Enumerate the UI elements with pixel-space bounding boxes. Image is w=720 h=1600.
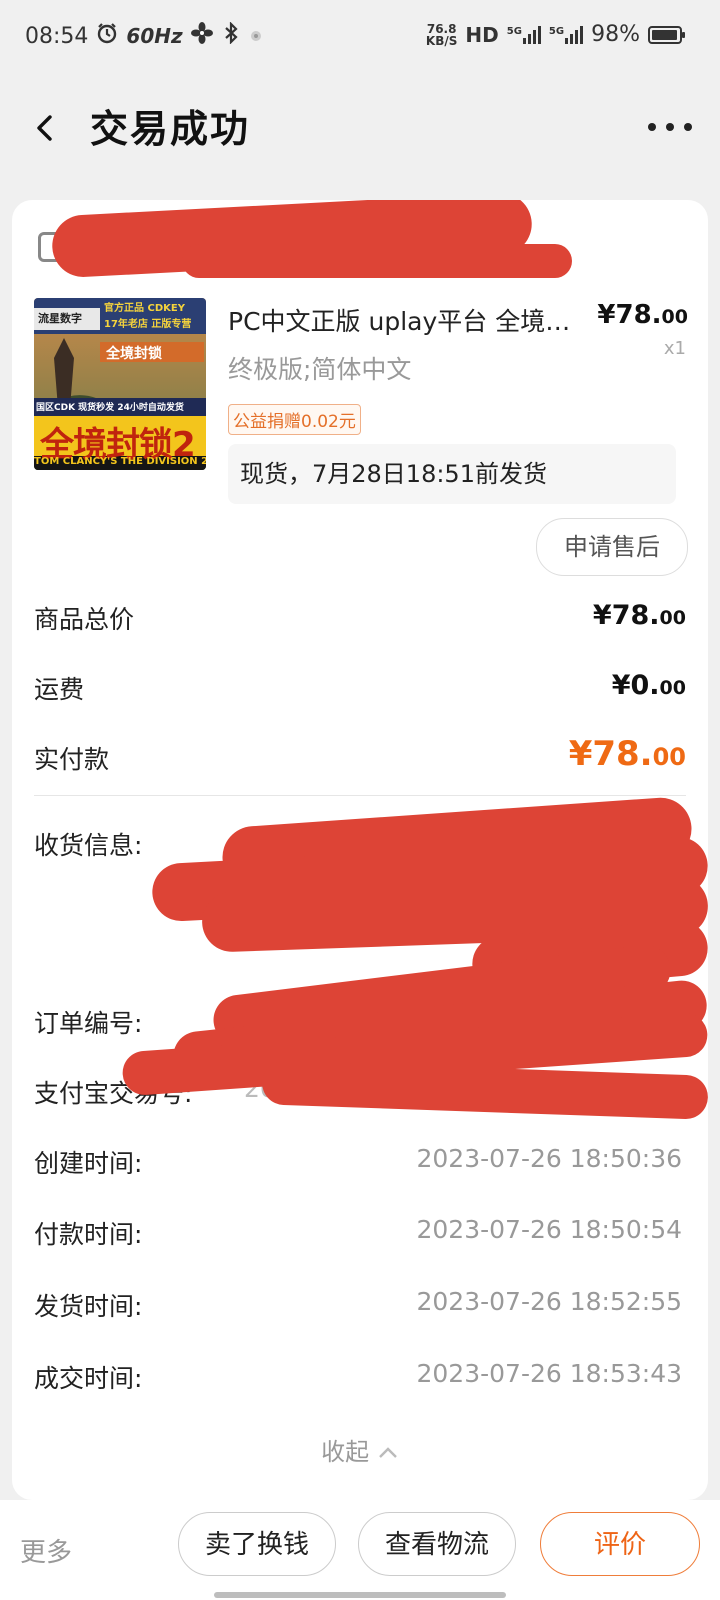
dot-icon [648, 123, 656, 131]
product-sku: 终极版;简体中文 [228, 355, 412, 384]
paid-amount-label: 实付款 [34, 745, 110, 774]
total-price-value: ¥78.00 [593, 600, 686, 631]
shipping-fee-cents: 00 [659, 677, 686, 699]
signal-bars-icon [565, 25, 584, 44]
address-label: 收货信息: [34, 831, 143, 860]
bluetooth-icon [221, 21, 241, 50]
battery-percent: 98% [591, 22, 640, 47]
network-speed: 76.8 KB/S [426, 23, 457, 47]
paid-time-value: 2023-07-26 18:50:54 [416, 1215, 682, 1244]
alarm-icon [96, 22, 118, 50]
shipping-note: 现货，7月28日18:51前发货 [228, 444, 676, 504]
total-price-label: 商品总价 [34, 605, 135, 634]
image-badge-line2: 17年老店 正版专营 [104, 319, 192, 330]
network-speed-unit: KB/S [425, 33, 458, 48]
shipped-time-row: 发货时间: 2023-07-26 18:52:55 [34, 1287, 682, 1327]
chevron-left-icon [37, 115, 52, 141]
review-button[interactable]: 评价 [540, 1512, 700, 1576]
charity-tag: 公益捐赠0.02元 [228, 404, 361, 435]
completed-time-label: 成交时间: [34, 1364, 143, 1393]
product-price: ¥78.00 [597, 300, 688, 330]
paid-amount-cents: 00 [652, 743, 686, 771]
signal-2: 5G [548, 25, 584, 44]
redaction-mark [182, 244, 572, 278]
page-header: 交易成功 [0, 90, 720, 164]
product-price-cents: 00 [661, 306, 688, 328]
created-time-label: 创建时间: [34, 1149, 143, 1178]
product-image[interactable]: 流星数字 官方正品 CDKEY 17年老店 正版专营 全境封锁 国区CDK 现货… [34, 298, 206, 470]
shipping-fee-row: 运费 ¥0.00 [34, 670, 686, 710]
total-price-row: 商品总价 ¥78.00 [34, 600, 686, 640]
total-price-main: ¥78. [592, 600, 660, 631]
signal-bars-icon [522, 25, 541, 44]
paid-amount-row: 实付款 ¥78.00 [34, 734, 686, 780]
paid-time-row: 付款时间: 2023-07-26 18:50:54 [34, 1215, 682, 1255]
collapse-button[interactable]: 收起 [12, 1432, 708, 1467]
sell-button[interactable]: 卖了换钱 [178, 1512, 336, 1576]
created-time-row: 创建时间: 2023-07-26 18:50:36 [34, 1144, 682, 1184]
shipping-fee-value: ¥0.00 [612, 670, 686, 701]
notification-dot-icon [249, 24, 263, 49]
product-quantity: x1 [663, 338, 686, 359]
product-title[interactable]: PC中文正版 uplay平台 全境封锁2 [228, 302, 588, 338]
home-indicator[interactable] [214, 1592, 506, 1598]
back-button[interactable] [28, 108, 68, 148]
after-sale-button[interactable]: 申请售后 [536, 518, 688, 576]
status-bar: 08:54 60Hz 76.8 KB/S HD 5G 5G 98% [0, 0, 720, 72]
paid-amount-main: ¥78. [568, 734, 653, 774]
image-english-title: TOM CLANCY'S THE DIVISION 2 [34, 456, 206, 467]
divider [34, 795, 686, 796]
shipped-time-label: 发货时间: [34, 1292, 143, 1321]
shipped-time-value: 2023-07-26 18:52:55 [416, 1287, 682, 1316]
signal-1-label: 5G [506, 25, 522, 37]
total-price-cents: 00 [659, 607, 686, 629]
dot-icon [684, 123, 692, 131]
battery-icon [648, 25, 685, 44]
image-badge-line1: 官方正品 CDKEY [104, 303, 185, 314]
fan-icon [190, 22, 213, 50]
bottom-action-bar: 更多 卖了换钱 查看物流 评价 [0, 1500, 720, 1600]
hd-label: HD [465, 22, 499, 47]
more-options-button[interactable] [648, 112, 692, 142]
signal-1: 5G [506, 25, 541, 44]
refresh-rate: 60Hz [126, 24, 183, 48]
shipping-fee-main: ¥0. [611, 670, 660, 701]
shipping-fee-label: 运费 [34, 675, 85, 704]
battery-fill [652, 29, 677, 40]
image-brand-tag: 流星数字 [38, 312, 82, 325]
completed-time-value: 2023-07-26 18:53:43 [416, 1359, 682, 1388]
page-title: 交易成功 [90, 107, 251, 151]
completed-time-row: 成交时间: 2023-07-26 18:53:43 [34, 1359, 682, 1399]
more-actions-button[interactable]: 更多 [20, 1532, 72, 1569]
view-logistics-button[interactable]: 查看物流 [358, 1512, 516, 1576]
clock-time: 08:54 [25, 23, 89, 49]
order-card: 流星数字 官方正品 CDKEY 17年老店 正版专营 全境封锁 国区CDK 现货… [12, 200, 708, 1500]
created-time-value: 2023-07-26 18:50:36 [416, 1144, 682, 1173]
chevron-up-icon [378, 1447, 397, 1458]
image-game-logo: 全境封锁 [106, 346, 162, 362]
order-number-label: 订单编号: [34, 1009, 143, 1038]
image-banner-text: 国区CDK 现货秒发 24小时自动发货 [36, 403, 184, 413]
signal-2-label: 5G [548, 25, 565, 37]
collapse-label: 收起 [321, 1438, 370, 1466]
dot-icon [666, 123, 674, 131]
product-price-main: ¥78. [597, 300, 662, 330]
paid-time-label: 付款时间: [34, 1220, 143, 1249]
paid-amount-value: ¥78.00 [569, 734, 686, 774]
